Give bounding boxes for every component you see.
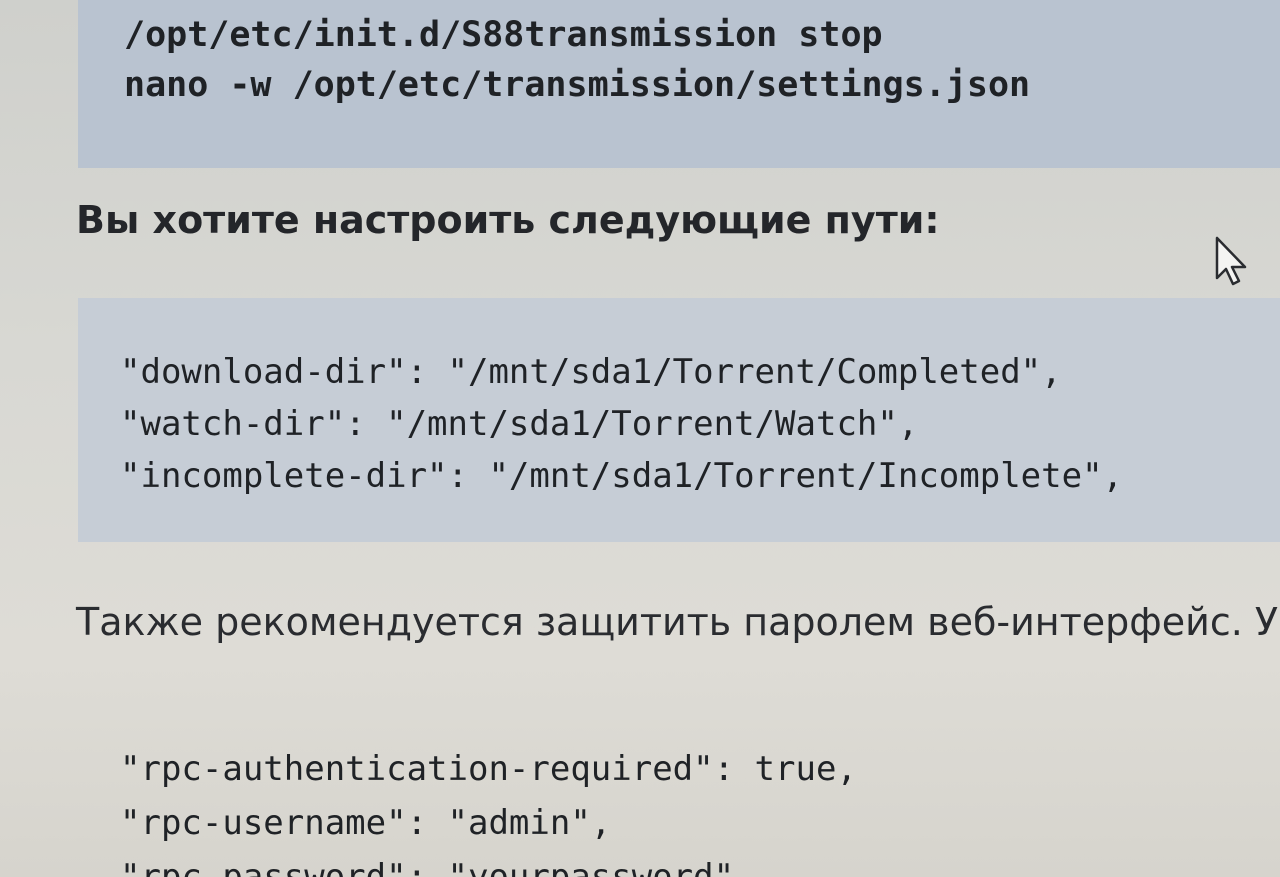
code-block-commands: /opt/etc/init.d/S88transmission stop nan… bbox=[78, 0, 1280, 168]
mouse-pointer-icon bbox=[1214, 236, 1248, 286]
code-line-watch-dir: "watch-dir": "/mnt/sda1/Torrent/Watch", bbox=[120, 404, 919, 444]
code-block-rpc: "rpc-authentication-required": true, "rp… bbox=[78, 698, 1280, 877]
code-line-download-dir: "download-dir": "/mnt/sda1/Torrent/Compl… bbox=[120, 352, 1062, 392]
code-line-rpc-password: "rpc-password": "yourpassword", bbox=[120, 857, 755, 877]
code-line-stop-service: /opt/etc/init.d/S88transmission stop bbox=[124, 15, 883, 55]
paragraph-paths-intro: Вы хотите настроить следующие пути: bbox=[76, 198, 940, 242]
code-block-paths: "download-dir": "/mnt/sda1/Torrent/Compl… bbox=[78, 298, 1280, 542]
code-line-incomplete-dir: "incomplete-dir": "/mnt/sda1/Torrent/Inc… bbox=[120, 456, 1124, 496]
code-line-edit-settings: nano -w /opt/etc/transmission/settings.j… bbox=[124, 65, 1031, 105]
code-line-rpc-username: "rpc-username": "admin", bbox=[120, 803, 612, 843]
code-line-rpc-auth: "rpc-authentication-required": true, bbox=[120, 749, 857, 789]
paragraph-password-intro: Также рекомендуется защитить паролем веб… bbox=[76, 600, 1280, 644]
